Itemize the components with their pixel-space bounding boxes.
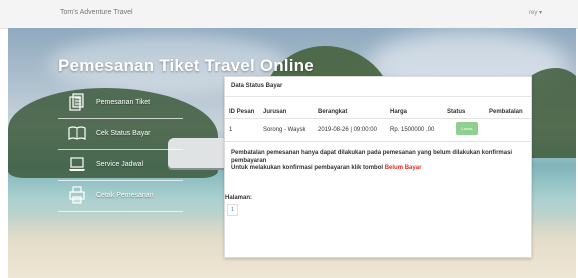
column-header-id-pesan: ID Pesan bbox=[229, 109, 255, 115]
menu-label: Pemesanan Tiket bbox=[96, 99, 151, 106]
panel-title: Data Status Bayar bbox=[231, 83, 283, 89]
cell-harga: Rp. 1500000 ,00 bbox=[390, 127, 435, 133]
column-header-berangkat: Berangkat bbox=[318, 109, 348, 115]
book-icon bbox=[68, 126, 86, 140]
table-divider bbox=[225, 118, 531, 119]
menu-item-cetak-pemesanan[interactable]: Cetak Pemesanan bbox=[58, 181, 183, 212]
column-header-jurusan: Jurusan bbox=[263, 109, 287, 115]
hero-title: Pemesanan Tiket Travel Online bbox=[58, 56, 314, 75]
laptop-icon bbox=[69, 157, 85, 171]
user-dropdown[interactable]: rey ▾ bbox=[529, 9, 542, 16]
page-1-link[interactable]: 1 bbox=[227, 204, 238, 216]
status-lunas-button[interactable]: Lunas bbox=[456, 122, 478, 135]
menu-item-cek-status-bayar[interactable]: Cek Status Bayar bbox=[58, 119, 183, 150]
cell-jurusan: Sorong - Waysk bbox=[263, 127, 306, 133]
cell-berangkat: 2019-08-26 | 09:00:00 bbox=[318, 127, 377, 133]
confirmation-note-text: Untuk melakukan konfirmasi pembayaran kl… bbox=[231, 165, 385, 171]
menu-item-service-jadwal[interactable]: Service Jadwal bbox=[58, 150, 183, 181]
column-header-status: Status bbox=[447, 109, 466, 115]
menu-label: Service Jadwal bbox=[96, 161, 144, 168]
payment-status-panel: Data Status Bayar ID Pesan Jurusan Beran… bbox=[224, 76, 532, 258]
confirmation-note: Untuk melakukan konfirmasi pembayaran kl… bbox=[231, 165, 421, 171]
pager-label: Halaman: bbox=[225, 195, 253, 201]
belum-bayar-link[interactable]: Belum Bayar bbox=[385, 165, 422, 171]
column-header-harga: Harga bbox=[390, 109, 408, 115]
printer-icon bbox=[69, 186, 85, 204]
table-divider bbox=[225, 141, 531, 142]
cancellation-note: Pembatalan pemesanan hanya dapat dilakuk… bbox=[231, 150, 513, 164]
column-header-pembatalan: Pembatalan bbox=[489, 109, 523, 115]
menu-label: Cetak Pemesanan bbox=[96, 192, 154, 199]
menu-label: Cek Status Bayar bbox=[96, 130, 151, 137]
top-navbar: Tom's Adventure Travel rey ▾ bbox=[0, 0, 578, 29]
brand-link[interactable]: Tom's Adventure Travel bbox=[60, 9, 133, 16]
cell-id-pesan: 1 bbox=[229, 127, 233, 133]
documents-icon bbox=[69, 93, 84, 111]
side-menu: Pemesanan Tiket Cek Status Bayar Service… bbox=[58, 88, 183, 212]
panel-heading: Data Status Bayar bbox=[225, 77, 531, 97]
menu-item-pemesanan-tiket[interactable]: Pemesanan Tiket bbox=[58, 88, 183, 119]
